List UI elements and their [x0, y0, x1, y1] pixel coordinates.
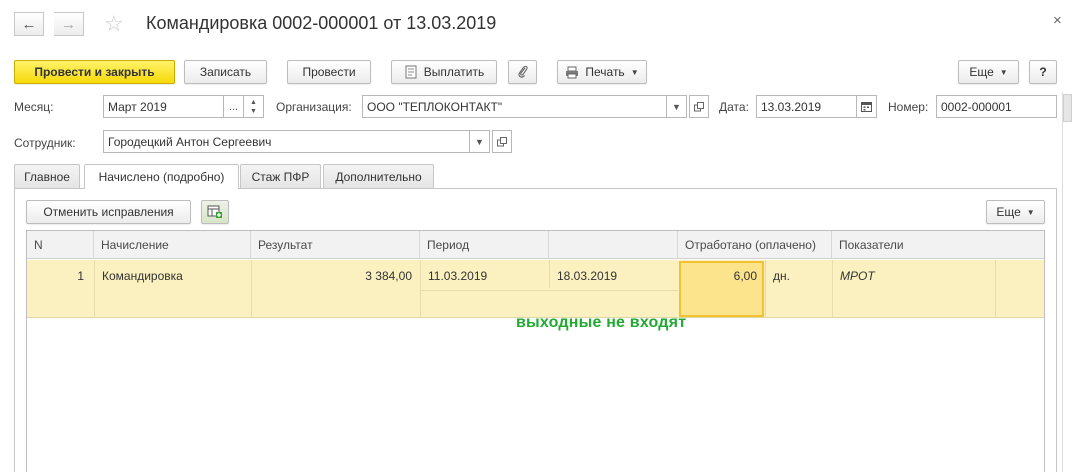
tab-main[interactable]: Главное	[14, 164, 80, 188]
print-button[interactable]: Печать ▼	[557, 60, 647, 84]
favorite-star-icon[interactable]: ☆	[104, 12, 124, 36]
chevron-down-icon: ▼	[475, 136, 484, 147]
tab-pfr-service[interactable]: Стаж ПФР	[240, 164, 321, 188]
table-settings-button[interactable]	[201, 200, 229, 224]
tab-additional[interactable]: Дополнительно	[323, 164, 434, 188]
arrow-right-icon: →	[61, 15, 76, 33]
more-button[interactable]: Еще ▼	[958, 60, 1019, 84]
chevron-down-icon: ▼	[630, 67, 639, 77]
pay-button[interactable]: Выплатить	[391, 60, 497, 84]
document-icon	[405, 65, 417, 79]
col-header-n[interactable]: N	[27, 231, 94, 259]
back-button[interactable]: ←	[14, 12, 44, 36]
organization-field[interactable]: ООО "ТЕПЛОКОНТАКТ"	[362, 95, 667, 118]
cancel-corrections-button[interactable]: Отменить исправления	[26, 200, 191, 224]
print-button-label: Печать	[585, 65, 625, 79]
cell-indicator: МРОТ	[840, 269, 875, 283]
month-label: Месяц:	[14, 100, 54, 114]
accruals-table: N Начисление Результат Период Отработано…	[26, 230, 1045, 472]
col-header-period-end[interactable]	[549, 231, 678, 259]
pay-button-label: Выплатить	[423, 65, 485, 79]
col-header-worked[interactable]: Отработано (оплачено)	[678, 231, 832, 259]
vertical-scrollbar[interactable]	[1062, 92, 1073, 472]
col-header-period[interactable]: Период	[420, 231, 549, 259]
month-select-button[interactable]: ...	[224, 95, 244, 118]
month-stepper[interactable]: ▲ ▼	[244, 95, 264, 118]
tab-accrued-detailed[interactable]: Начислено (подробно)	[84, 164, 239, 189]
arrow-left-icon: ←	[21, 15, 37, 33]
date-field[interactable]: 13.03.2019	[756, 95, 857, 118]
save-button[interactable]: Записать	[184, 60, 267, 84]
cell-accrual: Командировка	[102, 269, 183, 283]
paperclip-icon	[517, 65, 528, 78]
table-add-icon	[207, 205, 222, 218]
date-label: Дата:	[719, 100, 749, 114]
chevron-down-icon: ▼	[672, 101, 681, 112]
cell-n: 1	[77, 269, 84, 283]
forward-button[interactable]: →	[54, 12, 84, 36]
cell-unit: дн.	[773, 269, 790, 283]
chevron-down-icon: ▼	[999, 67, 1008, 77]
window-title: Командировка 0002-000001 от 13.03.2019	[146, 13, 497, 33]
cell-worked: 6,00	[733, 269, 757, 283]
month-field[interactable]: Март 2019	[103, 95, 224, 118]
employee-label: Сотрудник:	[14, 136, 76, 150]
post-button[interactable]: Провести	[287, 60, 371, 84]
chevron-down-icon: ▼	[1026, 207, 1035, 217]
help-button[interactable]: ?	[1029, 60, 1057, 84]
employee-field[interactable]: Городецкий Антон Сергеевич	[103, 130, 470, 153]
open-link-icon	[694, 101, 704, 111]
cell-period-to: 18.03.2019	[557, 269, 618, 283]
annotation-text: выходные не входят	[516, 314, 687, 331]
cell-result: 3 384,00	[365, 269, 412, 283]
employee-open-button[interactable]	[492, 130, 512, 153]
organization-label: Организация:	[276, 100, 352, 114]
more-button-label: Еще	[969, 65, 994, 79]
col-header-indicators[interactable]: Показатели	[832, 231, 1044, 259]
calendar-button[interactable]	[857, 95, 877, 118]
attach-button[interactable]	[508, 60, 537, 84]
close-icon[interactable]: ×	[1053, 12, 1062, 29]
table-more-button[interactable]: Еще ▼	[986, 200, 1045, 224]
calendar-icon	[861, 102, 872, 112]
cell-period-from: 11.03.2019	[428, 269, 488, 283]
scrollbar-thumb[interactable]	[1063, 94, 1072, 122]
organization-open-button[interactable]	[689, 95, 709, 118]
table-more-label: Еще	[996, 205, 1021, 219]
col-header-accrual[interactable]: Начисление	[94, 231, 251, 259]
printer-icon	[566, 66, 579, 78]
post-and-close-button[interactable]: Провести и закрыть	[14, 60, 175, 84]
open-link-icon	[497, 136, 507, 146]
employee-dropdown[interactable]: ▼	[470, 130, 490, 153]
col-header-result[interactable]: Результат	[251, 231, 420, 259]
number-field[interactable]: 0002-000001	[936, 95, 1057, 118]
number-label: Номер:	[888, 100, 929, 114]
organization-dropdown[interactable]: ▼	[667, 95, 687, 118]
